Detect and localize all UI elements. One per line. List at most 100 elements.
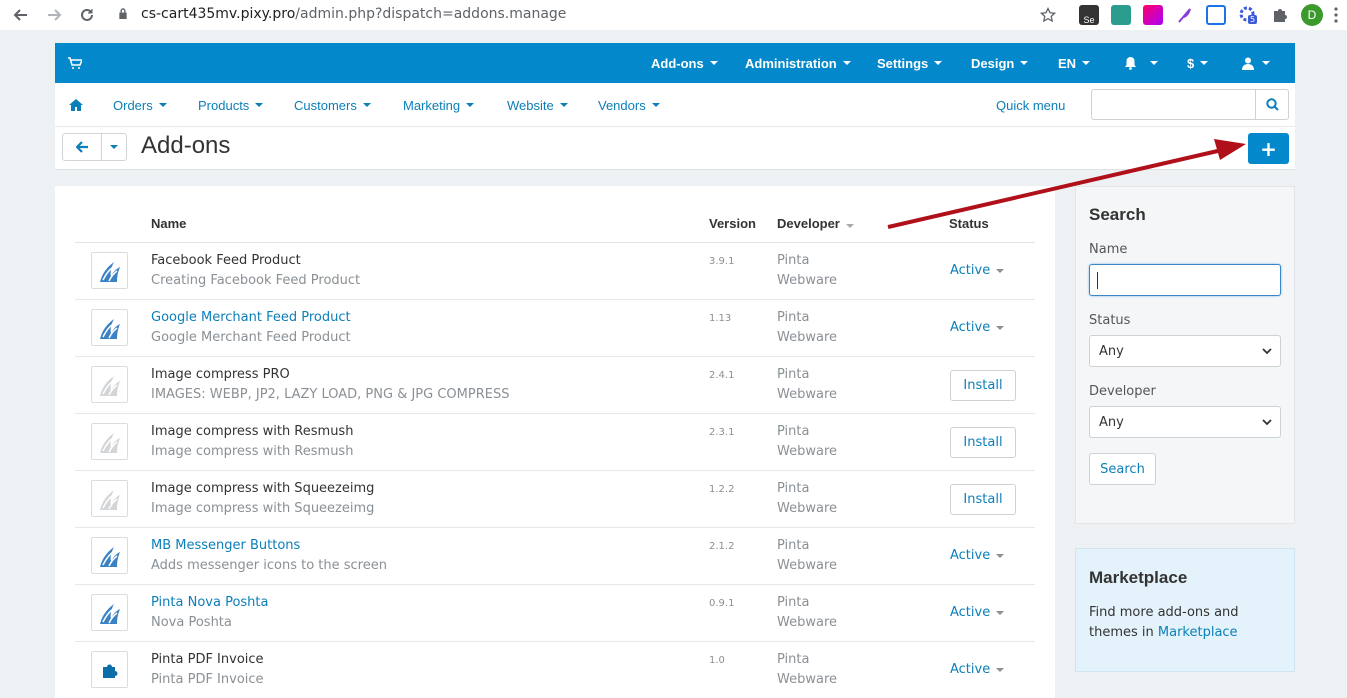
col-header-version[interactable]: Version bbox=[709, 216, 756, 231]
global-search-input[interactable] bbox=[1091, 89, 1256, 120]
chevron-down-icon bbox=[1200, 61, 1209, 65]
addon-developer-line1: Pinta bbox=[777, 310, 810, 325]
history-dropdown-button[interactable] bbox=[101, 133, 127, 161]
arrow-left-icon bbox=[75, 141, 88, 153]
addon-developer-line2: Webware bbox=[777, 273, 837, 288]
addon-description: Creating Facebook Feed Product bbox=[151, 273, 361, 288]
address-bar[interactable]: cs-cart435mv.pixy.pro/admin.php?dispatch… bbox=[141, 6, 566, 22]
menu-orders[interactable]: Orders bbox=[113, 83, 167, 127]
table-row: Pinta PDF Invoice Pinta PDF Invoice 1.0 Pin… bbox=[75, 642, 1035, 698]
topnav-settings[interactable]: Settings bbox=[877, 43, 943, 83]
install-button[interactable]: Install bbox=[950, 427, 1016, 458]
addon-description: Google Merchant Feed Product bbox=[151, 330, 351, 345]
status-dropdown[interactable]: Active bbox=[950, 548, 1005, 563]
chevron-down-icon bbox=[996, 610, 1005, 615]
table-row: MB Messenger Buttons Adds messenger icons… bbox=[75, 528, 1035, 585]
col-header-status[interactable]: Status bbox=[949, 216, 989, 231]
addon-name[interactable]: Google Merchant Feed Product bbox=[151, 310, 351, 325]
marketplace-link[interactable]: Marketplace bbox=[1158, 625, 1238, 640]
chevron-down-icon bbox=[1082, 61, 1091, 65]
feather-extension-icon[interactable] bbox=[1175, 5, 1195, 25]
addon-name[interactable]: MB Messenger Buttons bbox=[151, 538, 300, 553]
menu-website[interactable]: Website bbox=[507, 83, 568, 127]
mail-extension-icon[interactable] bbox=[1111, 5, 1131, 25]
status-dropdown[interactable]: Active bbox=[950, 263, 1005, 278]
selenium-extension-icon[interactable]: Se bbox=[1079, 5, 1099, 25]
topnav-design[interactable]: Design bbox=[971, 43, 1029, 83]
topnav-addons-label: Add-ons bbox=[651, 55, 704, 71]
addon-developer-line1: Pinta bbox=[777, 367, 810, 382]
topnav-user[interactable] bbox=[1242, 43, 1270, 83]
menu-products[interactable]: Products bbox=[198, 83, 264, 127]
chevron-down-icon bbox=[255, 103, 264, 107]
menu-orders-label: Orders bbox=[113, 97, 153, 113]
table-row: Image compress with Squeezeimg Image comp… bbox=[75, 471, 1035, 528]
topnav-language[interactable]: EN bbox=[1058, 43, 1091, 83]
status-filter-value: Any bbox=[1099, 343, 1124, 359]
topnav-design-label: Design bbox=[971, 55, 1015, 71]
home-icon[interactable] bbox=[69, 83, 83, 127]
menu-customers[interactable]: Customers bbox=[294, 83, 371, 127]
status-dropdown[interactable]: Active bbox=[950, 662, 1005, 677]
addon-thumbnail bbox=[91, 594, 128, 631]
chevron-down-icon bbox=[1262, 61, 1270, 65]
add-addon-button[interactable]: + bbox=[1248, 133, 1289, 164]
topnav-administration-label: Administration bbox=[745, 55, 837, 71]
developer-filter-select[interactable]: Any bbox=[1089, 406, 1281, 438]
addon-thumbnail bbox=[91, 309, 128, 346]
addon-developer-line2: Webware bbox=[777, 444, 837, 459]
topnav-addons[interactable]: Add-ons bbox=[651, 43, 718, 83]
color-extension-icon[interactable] bbox=[1143, 5, 1163, 25]
back-arrow-icon[interactable] bbox=[10, 4, 32, 26]
global-search-button[interactable] bbox=[1255, 89, 1289, 120]
status-filter-select[interactable]: Any bbox=[1089, 335, 1281, 367]
cart-icon[interactable] bbox=[68, 43, 82, 83]
quick-menu-link[interactable]: Quick menu bbox=[996, 83, 1065, 127]
addon-developer-line2: Webware bbox=[777, 501, 837, 516]
name-filter-input[interactable] bbox=[1089, 264, 1281, 296]
addon-name[interactable]: Pinta Nova Poshta bbox=[151, 595, 268, 610]
menu-vendors[interactable]: Vendors bbox=[598, 83, 660, 127]
chevron-down-icon bbox=[1262, 348, 1272, 355]
addon-description: Adds messenger icons to the screen bbox=[151, 558, 387, 573]
menu-customers-label: Customers bbox=[294, 97, 357, 113]
back-button[interactable] bbox=[62, 133, 102, 161]
topnav-currency[interactable]: $ bbox=[1187, 43, 1209, 83]
profile-avatar[interactable]: D bbox=[1301, 4, 1323, 26]
browser-menu-icon[interactable] bbox=[1325, 4, 1347, 26]
topnav-administration[interactable]: Administration bbox=[745, 43, 851, 83]
menu-vendors-label: Vendors bbox=[598, 97, 646, 113]
chevron-down-icon bbox=[996, 667, 1005, 672]
puzzle-extension-icon[interactable] bbox=[1270, 5, 1290, 25]
chevron-down-icon bbox=[559, 103, 568, 107]
forward-arrow-icon[interactable] bbox=[43, 4, 65, 26]
status-dropdown[interactable]: Active bbox=[950, 320, 1005, 335]
text-cursor bbox=[1097, 272, 1098, 289]
main-menu: Orders Products Customers Marketing Webs… bbox=[55, 83, 1295, 127]
addon-developer-line1: Pinta bbox=[777, 652, 810, 667]
reload-icon[interactable] bbox=[76, 4, 98, 26]
star-icon[interactable] bbox=[1037, 4, 1059, 26]
url-path: /admin.php?dispatch=addons.manage bbox=[295, 6, 567, 22]
topnav-notifications[interactable] bbox=[1124, 43, 1158, 83]
install-button[interactable]: Install bbox=[950, 370, 1016, 401]
image-extension-icon[interactable] bbox=[1206, 5, 1226, 25]
search-button[interactable]: Search bbox=[1089, 453, 1156, 485]
status-dropdown[interactable]: Active bbox=[950, 605, 1005, 620]
search-panel-title: Search bbox=[1089, 205, 1146, 224]
table-row: Image compress PRO IMAGES: WEBP, JP2, LAZ… bbox=[75, 357, 1035, 414]
col-header-developer[interactable]: Developer bbox=[777, 216, 854, 231]
chevron-down-icon bbox=[158, 103, 167, 107]
menu-marketing[interactable]: Marketing bbox=[403, 83, 475, 127]
chevron-down-icon bbox=[934, 61, 943, 65]
developer-filter-value: Any bbox=[1099, 414, 1124, 430]
user-icon bbox=[1242, 57, 1254, 70]
gear-extension-icon[interactable]: 5 bbox=[1238, 5, 1258, 25]
addon-developer-line2: Webware bbox=[777, 330, 837, 345]
install-button[interactable]: Install bbox=[950, 484, 1016, 515]
addon-name: Image compress PRO bbox=[151, 367, 290, 382]
addon-logo-icon bbox=[95, 427, 125, 457]
col-header-name[interactable]: Name bbox=[151, 216, 186, 231]
addon-description: Nova Poshta bbox=[151, 615, 232, 630]
addon-description: Image compress with Resmush bbox=[151, 444, 354, 459]
